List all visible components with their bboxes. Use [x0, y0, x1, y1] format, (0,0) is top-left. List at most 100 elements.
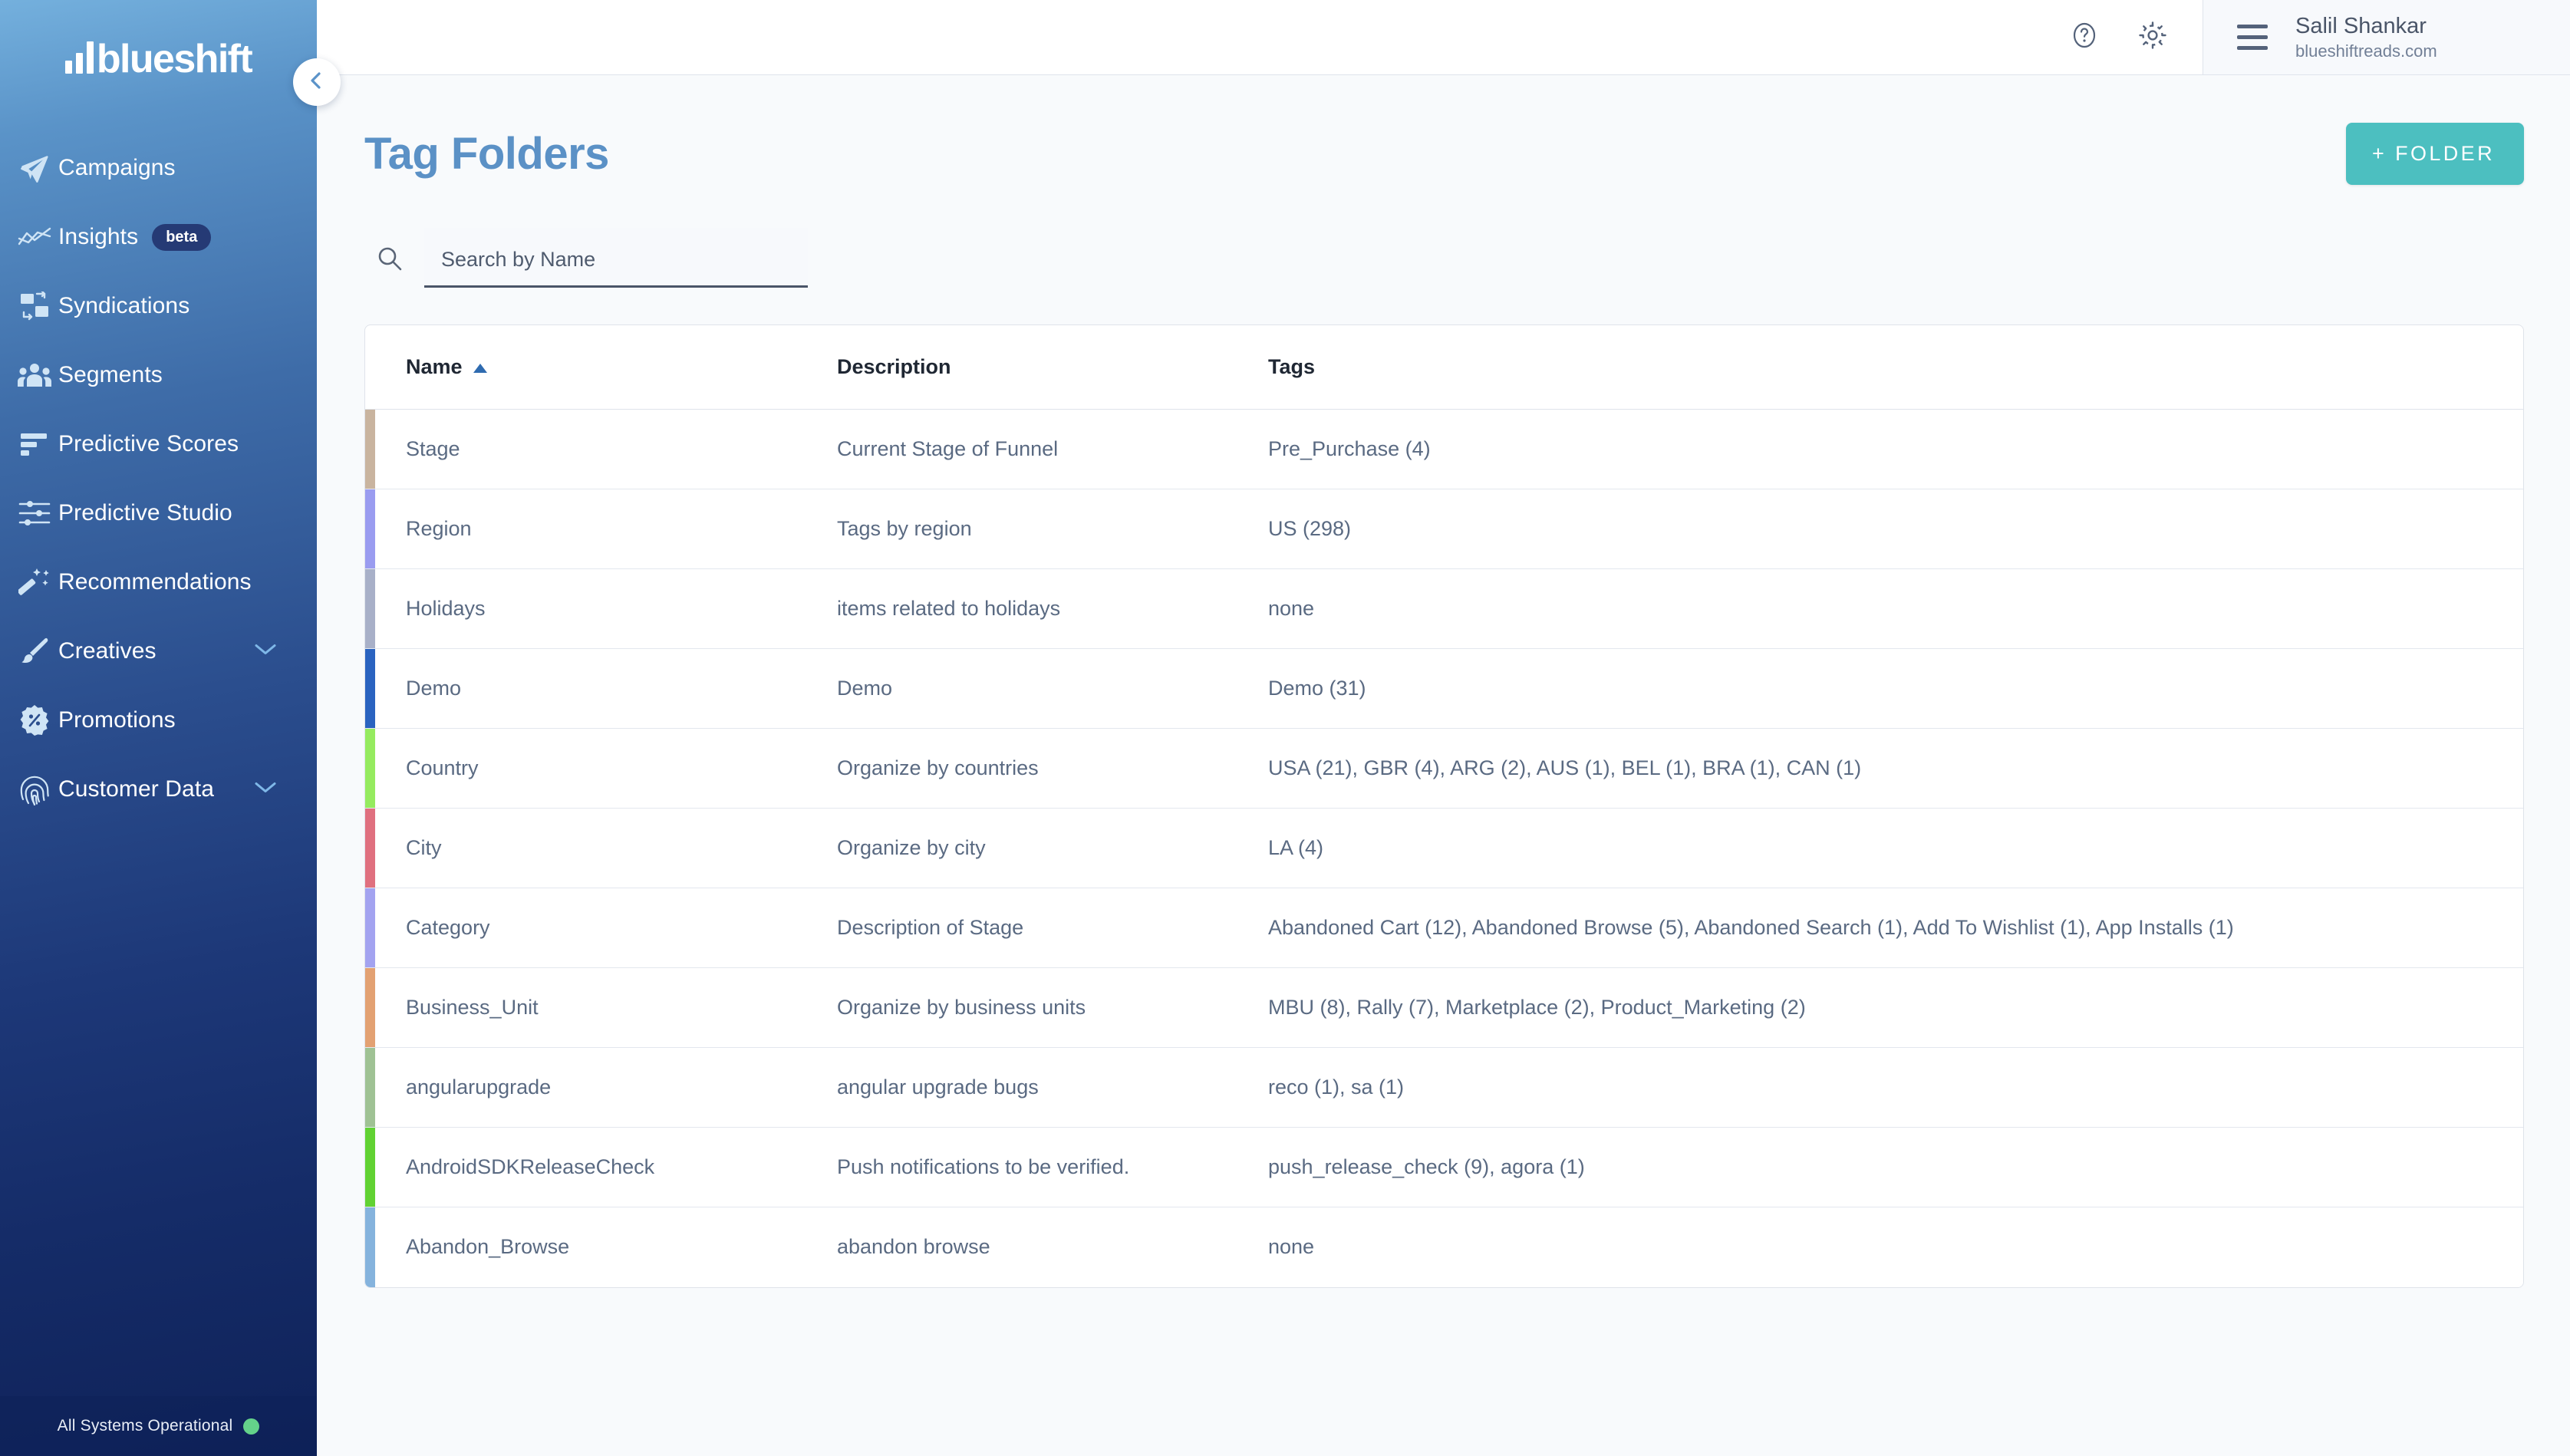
table-row[interactable]: Region Tags by region US (298) [365, 489, 2523, 569]
system-status: All Systems Operational [0, 1396, 317, 1456]
topbar: Salil Shankar blueshiftreads.com [317, 0, 2570, 75]
row-color-swatch [365, 1048, 375, 1127]
row-color-swatch [365, 729, 375, 808]
sidebar-item-label: Predictive Scores [58, 431, 239, 456]
cell-description: Description of Stage [837, 915, 1024, 939]
cell-name: Holidays [406, 596, 486, 620]
table-row[interactable]: Category Description of Stage Abandoned … [365, 888, 2523, 968]
add-folder-button[interactable]: + FOLDER [2346, 123, 2524, 185]
sidebar-item-label: Syndications [58, 293, 190, 318]
sidebar-item-predictive-scores[interactable]: Predictive Scores [0, 410, 317, 479]
row-color-swatch [365, 1128, 375, 1207]
sidebar-item-campaigns[interactable]: Campaigns [0, 133, 317, 203]
row-color-swatch [365, 489, 375, 568]
column-header-name[interactable]: Name [406, 355, 837, 379]
sidebar-collapse-button[interactable] [293, 58, 341, 106]
percent-badge-icon [11, 705, 58, 736]
table-row[interactable]: Business_Unit Organize by business units… [365, 968, 2523, 1048]
page-title: Tag Folders [364, 128, 609, 179]
table-row[interactable]: City Organize by city LA (4) [365, 809, 2523, 888]
hamburger-icon[interactable] [2237, 25, 2268, 50]
fingerprint-icon [11, 773, 58, 805]
cell-description: Organize by countries [837, 756, 1039, 779]
chevron-down-icon[interactable] [254, 643, 277, 660]
table-row[interactable]: Abandon_Browse abandon browse none [365, 1207, 2523, 1287]
chevron-down-icon[interactable] [254, 781, 277, 799]
page-header: Tag Folders + FOLDER [364, 75, 2524, 185]
insights-beta-badge: beta [152, 223, 212, 251]
paintbrush-icon [11, 637, 58, 666]
cell-description: Push notifications to be verified. [837, 1155, 1130, 1178]
user-menu[interactable]: Salil Shankar blueshiftreads.com [2203, 0, 2570, 74]
column-header-label: Tags [1268, 355, 1316, 378]
paper-plane-icon [11, 153, 58, 183]
sidebar-item-syndications[interactable]: Syndications [0, 272, 317, 341]
system-status-label: All Systems Operational [57, 1417, 233, 1435]
table-row[interactable]: Demo Demo Demo (31) [365, 649, 2523, 729]
cell-tags: USA (21), GBR (4), ARG (2), AUS (1), BEL… [1268, 756, 1862, 779]
sidebar-item-promotions[interactable]: Promotions [0, 686, 317, 755]
cell-description: Organize by city [837, 835, 986, 859]
cell-tags: LA (4) [1268, 835, 1324, 859]
magic-wand-icon [11, 567, 58, 598]
row-color-swatch [365, 1207, 375, 1287]
sidebar-item-label: Segments [58, 362, 163, 387]
main-area: Salil Shankar blueshiftreads.com Tag Fol… [317, 0, 2570, 1456]
topbar-actions [2069, 0, 2203, 74]
sidebar-nav: Campaigns Insights beta Syndications Seg… [0, 133, 317, 824]
cell-tags: Abandoned Cart (12), Abandoned Browse (5… [1268, 915, 2234, 939]
brand-logo[interactable]: blueshift [0, 0, 317, 114]
column-header-label: Description [837, 355, 951, 378]
cell-name: City [406, 835, 442, 859]
column-header-label: Name [406, 355, 463, 378]
column-header-tags[interactable]: Tags [1268, 355, 2523, 379]
gear-icon[interactable] [2137, 19, 2169, 55]
tag-folders-table: Name Description Tags Stage Current Stag… [364, 324, 2524, 1288]
row-color-swatch [365, 968, 375, 1047]
page-content: Tag Folders + FOLDER Name [317, 75, 2570, 1288]
table-row[interactable]: Holidays items related to holidays none [365, 569, 2523, 649]
bar-list-icon [11, 432, 58, 456]
sidebar-item-predictive-studio[interactable]: Predictive Studio [0, 479, 317, 548]
row-color-swatch [365, 569, 375, 648]
sidebar-item-label: Promotions [58, 707, 176, 733]
cell-name: angularupgrade [406, 1075, 552, 1099]
cell-tags: none [1268, 596, 1315, 620]
cell-tags: Demo (31) [1268, 676, 1366, 700]
row-color-swatch [365, 888, 375, 967]
cell-tags: MBU (8), Rally (7), Marketplace (2), Pro… [1268, 995, 1806, 1019]
people-group-icon [11, 362, 58, 388]
row-color-swatch [365, 410, 375, 489]
sidebar-item-customer-data[interactable]: Customer Data [0, 755, 317, 824]
cell-description: Demo [837, 676, 893, 700]
table-row[interactable]: AndroidSDKReleaseCheck Push notification… [365, 1128, 2523, 1207]
sidebar-item-creatives[interactable]: Creatives [0, 617, 317, 686]
cell-description: Organize by business units [837, 995, 1086, 1019]
bar-chart-logo-icon [64, 41, 94, 74]
table-body: Stage Current Stage of Funnel Pre_Purcha… [365, 410, 2523, 1287]
cell-tags: US (298) [1268, 516, 1352, 540]
sidebar-item-label: Creatives [58, 638, 157, 664]
question-circle-icon[interactable] [2069, 20, 2100, 54]
sliders-icon [11, 500, 58, 526]
cell-tags: Pre_Purchase (4) [1268, 436, 1431, 460]
sidebar-item-segments[interactable]: Segments [0, 341, 317, 410]
sidebar-item-insights[interactable]: Insights beta [0, 203, 317, 272]
search-field-wrapper[interactable] [424, 228, 808, 288]
column-header-description[interactable]: Description [837, 355, 1268, 379]
cell-tags: push_release_check (9), agora (1) [1268, 1155, 1585, 1178]
caret-up-icon[interactable] [472, 355, 489, 379]
sidebar-item-label: Campaigns [58, 155, 176, 180]
row-color-swatch [365, 649, 375, 728]
table-row[interactable]: angularupgrade angular upgrade bugs reco… [365, 1048, 2523, 1128]
sidebar-item-recommendations[interactable]: Recommendations [0, 548, 317, 617]
cell-name: Demo [406, 676, 462, 700]
table-row[interactable]: Country Organize by countries USA (21), … [365, 729, 2523, 809]
search-input[interactable] [441, 248, 791, 272]
sidebar-item-label: Insights [58, 224, 139, 249]
table-row[interactable]: Stage Current Stage of Funnel Pre_Purcha… [365, 410, 2523, 489]
cell-name: AndroidSDKReleaseCheck [406, 1155, 655, 1178]
cell-name: Abandon_Browse [406, 1235, 570, 1259]
search-bar [364, 228, 2524, 288]
cell-name: Country [406, 756, 479, 779]
